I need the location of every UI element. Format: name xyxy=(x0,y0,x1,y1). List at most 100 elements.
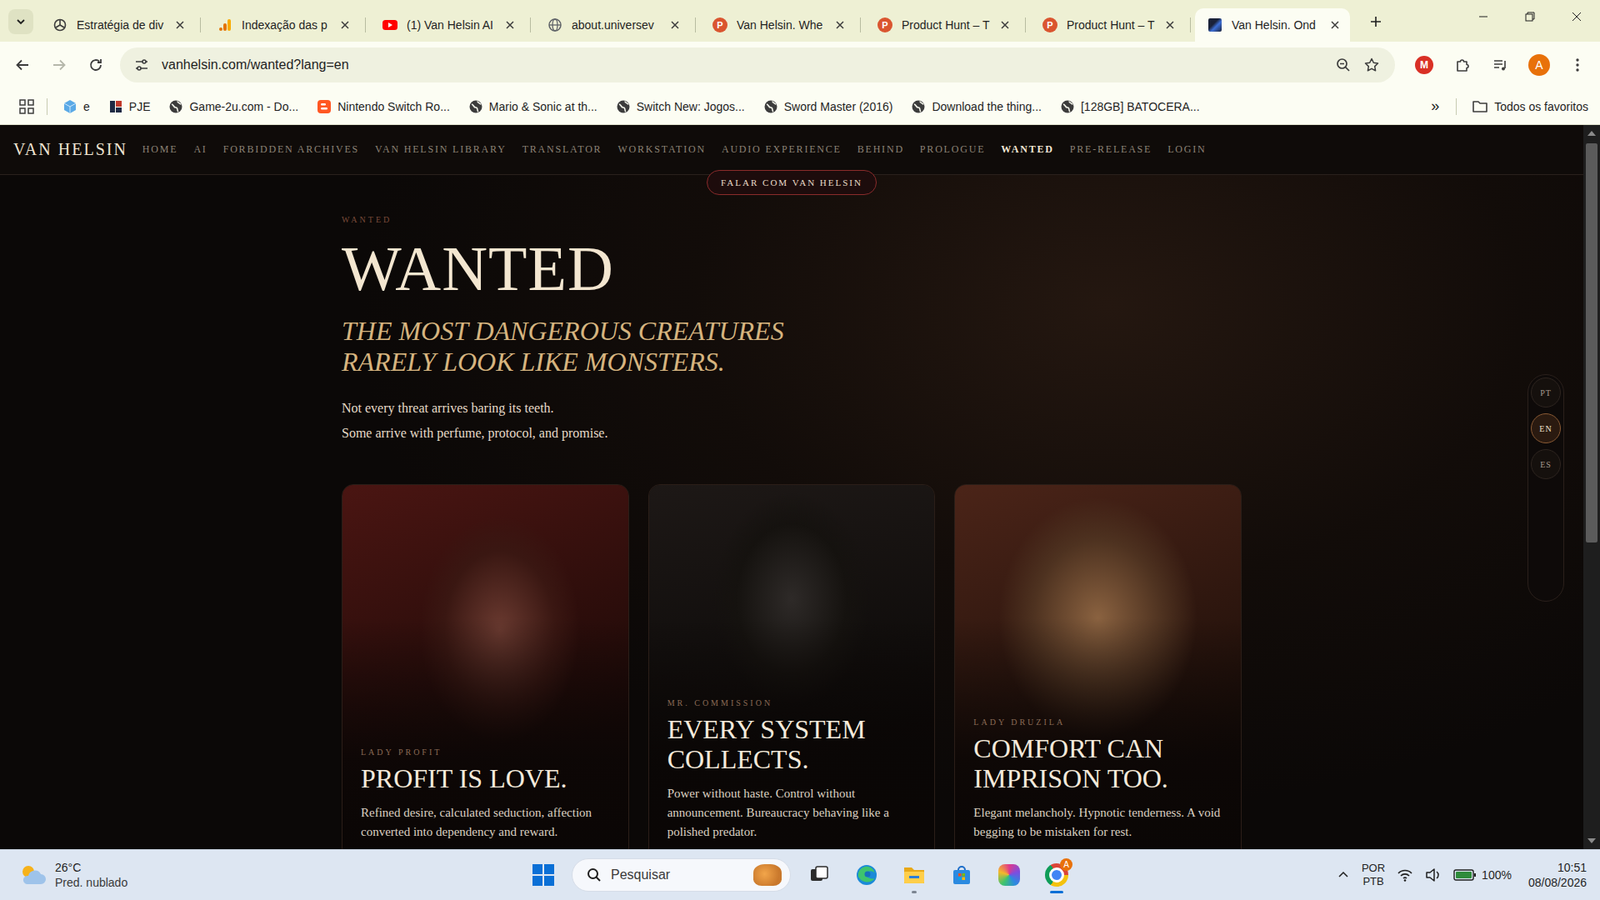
profile-button[interactable]: A xyxy=(1528,54,1550,76)
bookmark[interactable]: Game-2u.com - Do... xyxy=(165,95,302,118)
extensions-button[interactable] xyxy=(1446,49,1479,81)
tab[interactable]: P Van Helsin. Whe xyxy=(700,8,855,42)
site-info-icon[interactable] xyxy=(133,56,150,74)
address-bar[interactable]: vanhelsin.com/wanted?lang=en xyxy=(120,47,1395,83)
site-logo[interactable]: VAN HELSIN xyxy=(13,140,128,160)
close-icon[interactable] xyxy=(1328,18,1342,32)
nav-link[interactable]: PRE-RELEASE xyxy=(1070,143,1152,156)
taskbar-app[interactable]: A xyxy=(1037,855,1076,895)
all-bookmarks-folder[interactable]: Todos os favoritos xyxy=(1468,95,1592,118)
extension-button[interactable]: M xyxy=(1415,55,1434,75)
bookmark[interactable]: Sword Master (2016) xyxy=(760,95,897,118)
taskbar-app[interactable] xyxy=(800,855,839,895)
back-button[interactable] xyxy=(6,49,39,81)
tab[interactable]: Estratégia de div xyxy=(40,8,195,42)
tab[interactable]: P Product Hunt – T xyxy=(1030,8,1185,42)
tab-search-button[interactable] xyxy=(8,9,34,35)
nav-link[interactable]: FORBIDDEN ARCHIVES xyxy=(223,143,360,156)
taskbar-app[interactable] xyxy=(942,855,981,895)
tab-label: (1) Van Helsin AI xyxy=(406,18,495,32)
close-icon[interactable] xyxy=(668,18,682,32)
chevron-up-icon[interactable] xyxy=(1336,868,1350,882)
tab-label: Van Helsin. Whe xyxy=(736,18,825,32)
close-icon[interactable] xyxy=(503,18,517,32)
bookmark-icon xyxy=(910,99,926,115)
taskbar-app[interactable] xyxy=(847,855,886,895)
wifi-icon[interactable] xyxy=(1396,867,1414,883)
scrollbar[interactable] xyxy=(1583,125,1600,850)
wanted-card[interactable]: LADY DRUZILA COMFORT CAN IMPRISON TOO. E… xyxy=(954,484,1242,850)
menu-button[interactable] xyxy=(1561,49,1594,81)
bookmark[interactable]: Download the thing... xyxy=(907,95,1045,118)
language-button[interactable]: EN xyxy=(1530,413,1561,444)
nav-link[interactable]: LOGIN xyxy=(1167,143,1206,156)
nav-link[interactable]: AUDIO EXPERIENCE xyxy=(721,143,842,156)
nav-link[interactable]: VAN HELSIN LIBRARY xyxy=(375,143,507,156)
reload-button[interactable] xyxy=(80,49,112,81)
page-title: WANTED xyxy=(341,234,1242,303)
nav-link[interactable]: WORKSTATION xyxy=(617,143,706,156)
new-tab-button[interactable] xyxy=(1363,9,1389,35)
tab[interactable]: P Product Hunt – T xyxy=(865,8,1020,42)
media-controls-button[interactable] xyxy=(1485,49,1517,81)
close-window-button[interactable] xyxy=(1553,0,1600,34)
minimize-button[interactable] xyxy=(1460,0,1507,34)
system-tray: PORPTB 100% 10:51 08/08/2026 xyxy=(1266,860,1600,890)
plus-icon xyxy=(1369,15,1383,29)
scroll-up-icon[interactable] xyxy=(1587,130,1596,136)
more-bookmarks-button[interactable]: » xyxy=(1425,97,1445,115)
close-icon[interactable] xyxy=(338,18,352,32)
talk-button[interactable]: FALAR COM VAN HELSIN xyxy=(706,170,877,195)
clock[interactable]: 10:51 08/08/2026 xyxy=(1528,860,1587,890)
tab[interactable]: (1) Van Helsin AI xyxy=(370,8,525,42)
bookmark[interactable]: e xyxy=(59,95,94,118)
wanted-card[interactable]: LADY PROFIT PROFIT IS LOVE. Refined desi… xyxy=(341,484,630,850)
close-icon[interactable] xyxy=(998,18,1012,32)
taskbar-app[interactable] xyxy=(990,855,1029,895)
restore-button[interactable] xyxy=(1506,0,1554,34)
close-icon[interactable] xyxy=(173,18,187,32)
close-icon xyxy=(1571,11,1582,22)
bookmark[interactable]: PJE xyxy=(105,95,155,118)
bookmark-icon xyxy=(615,99,631,115)
zoom-icon[interactable] xyxy=(1335,56,1352,74)
input-language[interactable]: PORPTB xyxy=(1361,861,1385,889)
nav-link[interactable]: PROLOGUE xyxy=(920,143,985,156)
language-button[interactable]: PT xyxy=(1530,377,1561,408)
star-icon[interactable] xyxy=(1363,56,1380,74)
scrollbar-thumb[interactable] xyxy=(1585,143,1598,543)
bookmark[interactable]: Mario & Sonic at th... xyxy=(465,95,601,118)
bookmark[interactable]: [128GB] BATOCERA... xyxy=(1056,95,1204,118)
battery-status[interactable]: 100% xyxy=(1453,868,1512,882)
screen: Estratégia de div Indexação das p (1) Va… xyxy=(0,0,1600,900)
nav-link[interactable]: BEHIND xyxy=(857,143,905,156)
search-box[interactable]: Pesquisar xyxy=(571,858,791,892)
taskbar-app[interactable] xyxy=(895,855,934,895)
card-text: Elegant melancholy. Hypnotic tenderness.… xyxy=(973,803,1223,842)
tab[interactable]: Van Helsin. Ond xyxy=(1195,8,1350,42)
weather-widget[interactable]: 26°C Pred. nublado xyxy=(0,860,334,890)
favicon-icon xyxy=(381,16,399,34)
nav-link[interactable]: WANTED xyxy=(1000,143,1054,156)
nav-link[interactable]: HOME xyxy=(142,143,179,156)
bookmark[interactable]: Nintendo Switch Ro... xyxy=(313,95,454,118)
nav-link[interactable]: AI xyxy=(193,143,207,156)
forward-button[interactable] xyxy=(43,49,75,81)
tab[interactable]: Indexação das p xyxy=(205,8,360,42)
url-text[interactable]: vanhelsin.com/wanted?lang=en xyxy=(161,57,1324,73)
volume-icon[interactable] xyxy=(1425,867,1442,883)
start-button[interactable] xyxy=(524,855,563,895)
language-button[interactable]: ES xyxy=(1530,449,1561,480)
language-switcher: PT EN ES xyxy=(1527,374,1565,602)
apps-grid-icon[interactable] xyxy=(18,98,35,115)
bookmark-icon xyxy=(763,99,779,115)
card-label: LADY DRUZILA xyxy=(973,717,1223,727)
wanted-card[interactable]: MR. COMMISSION EVERY SYSTEM COLLECTS. Po… xyxy=(648,484,936,850)
tab[interactable]: about.universev xyxy=(535,8,690,42)
nav-link[interactable]: TRANSLATOR xyxy=(522,143,603,156)
bookmark[interactable]: Switch New: Jogos... xyxy=(612,95,749,118)
close-icon[interactable] xyxy=(1163,18,1177,32)
scroll-down-icon[interactable] xyxy=(1587,838,1596,844)
card-text: Power without haste. Control without ann… xyxy=(667,784,917,842)
close-icon[interactable] xyxy=(833,18,847,32)
